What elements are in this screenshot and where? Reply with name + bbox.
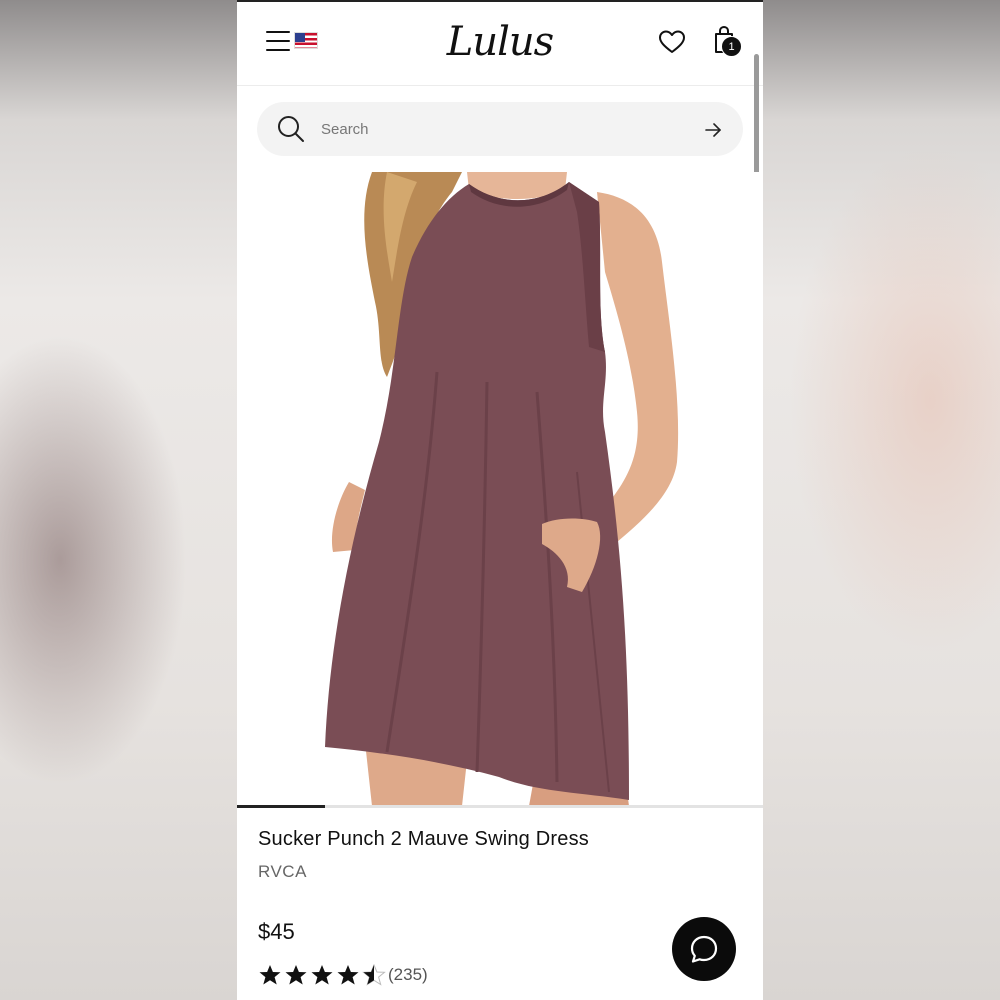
star-full-icon [285,965,307,985]
star-full-icon [259,965,281,985]
search-input[interactable] [321,114,681,144]
hamburger-menu-icon[interactable] [266,31,290,51]
product-brand[interactable]: RVCA [258,862,307,882]
chat-button[interactable] [672,917,736,981]
page-scrollbar[interactable] [754,54,759,184]
star-rating[interactable]: (235) [258,963,428,987]
us-flag-icon[interactable] [294,32,318,49]
review-count[interactable]: (235) [388,965,428,985]
star-half-icon [362,964,386,986]
dress-model-photo [237,172,763,806]
heart-icon[interactable] [658,29,686,55]
chat-bubble-icon [690,935,718,963]
search-bar[interactable] [257,102,743,156]
product-name: Sucker Punch 2 Mauve Swing Dress [258,828,589,850]
carousel-progress-indicator [237,805,325,808]
lulus-logo[interactable]: Lulus [437,18,563,66]
cart-count-badge[interactable]: 1 [721,36,742,57]
arrow-right-icon[interactable] [703,120,723,140]
site-header: Lulus 1 [237,2,763,86]
mobile-page: Lulus 1 Search Sucker Punch 2 Mauve Swin… [237,0,763,1000]
search-icon[interactable] [276,114,306,144]
star-full-icon [337,965,359,985]
product-image[interactable] [237,172,763,806]
image-carousel-progress[interactable] [237,805,763,808]
product-price: $45 [258,919,295,944]
star-full-icon [311,965,333,985]
